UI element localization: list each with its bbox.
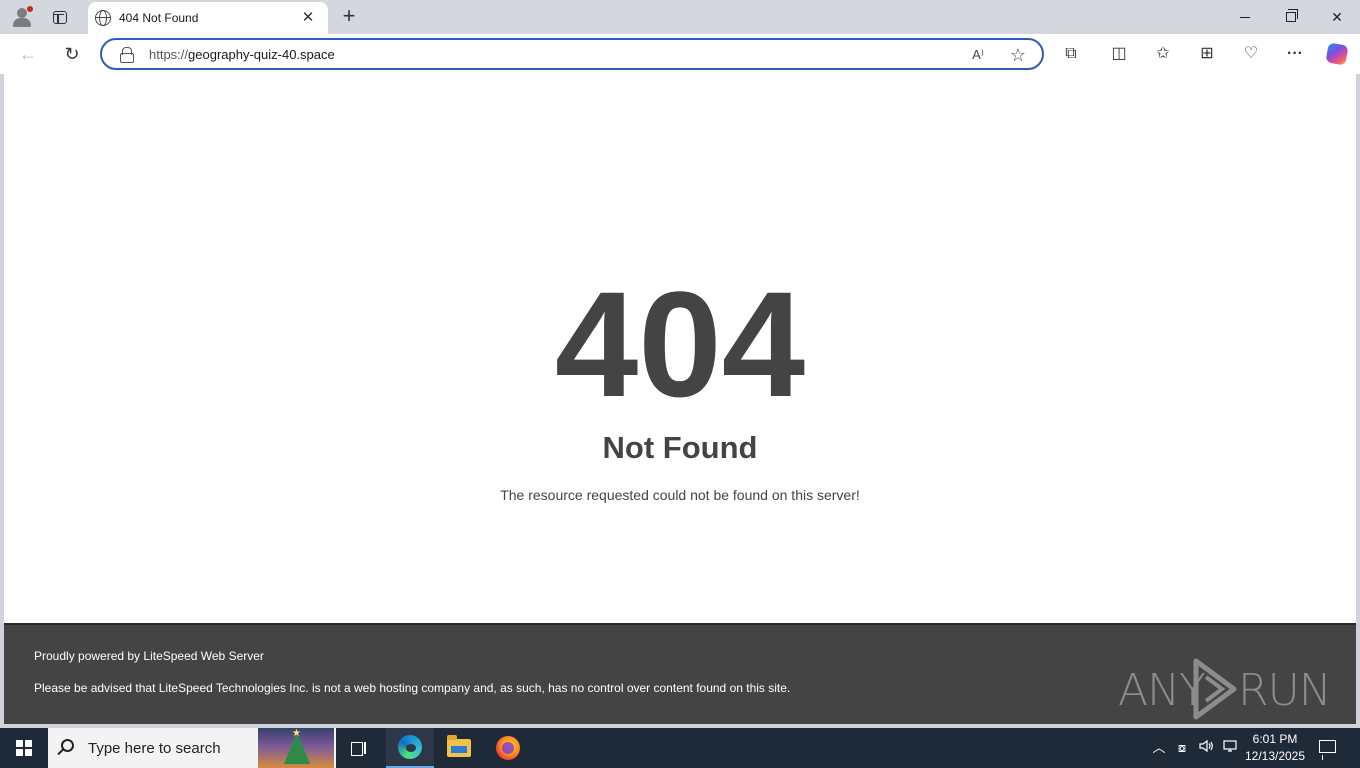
meet-now-icon[interactable]: ⧇ — [1172, 738, 1192, 758]
tab-strip: 404 Not Found ✕ + ✕ — [0, 0, 1360, 34]
tab-title: 404 Not Found — [119, 11, 199, 25]
taskbar-search[interactable]: Type here to search ★ — [48, 728, 336, 768]
search-icon — [61, 739, 74, 752]
tab-actions-icon[interactable] — [48, 5, 72, 29]
error-message: The resource requested could not be foun… — [500, 487, 860, 503]
network-icon[interactable] — [1220, 738, 1240, 758]
url-scheme: https:// — [149, 47, 189, 62]
search-highlight-image[interactable]: ★ — [258, 728, 334, 768]
error-title: Not Found — [602, 430, 758, 465]
read-aloud-icon[interactable]: A⁾ — [968, 45, 988, 65]
chevron-up-icon[interactable]: ︿ — [1149, 738, 1169, 758]
windows-icon — [16, 740, 32, 756]
restore-button[interactable] — [1268, 0, 1314, 34]
footer-powered-by: Proudly powered by LiteSpeed Web Server — [34, 649, 264, 663]
browser-tab[interactable]: 404 Not Found ✕ — [88, 2, 328, 34]
back-button[interactable]: ← — [14, 40, 42, 68]
watermark-right: RUN — [1238, 665, 1332, 716]
file-explorer-button[interactable] — [435, 728, 483, 768]
refresh-button[interactable]: ↻ — [58, 40, 86, 68]
footer-disclaimer: Please be advised that LiteSpeed Technol… — [34, 681, 791, 695]
window-close-button[interactable]: ✕ — [1314, 0, 1360, 34]
edge-taskbar-button[interactable] — [386, 728, 434, 768]
address-url[interactable]: https://geography-quiz-40.space — [149, 47, 335, 62]
lock-icon[interactable] — [120, 47, 134, 63]
ellipsis-icon[interactable]: ··· — [1283, 42, 1307, 66]
profile-icon[interactable] — [10, 5, 34, 29]
new-tab-button[interactable]: + — [337, 5, 361, 29]
play-icon — [1193, 658, 1237, 720]
clock-date: 12/13/2025 — [1244, 749, 1306, 763]
task-view-button[interactable] — [336, 728, 384, 768]
favorites-icon[interactable]: ✩ — [1151, 42, 1175, 66]
firefox-icon — [496, 736, 520, 760]
edge-icon — [398, 735, 422, 759]
taskbar: Type here to search ★ ︿ ⧇ 6:01 PM 12/13/… — [0, 728, 1360, 768]
minimize-button[interactable] — [1222, 0, 1268, 34]
taskbar-clock[interactable]: 6:01 PM 12/13/2025 — [1242, 731, 1308, 765]
error-code: 404 — [554, 260, 806, 428]
collections-icon[interactable]: ⊞ — [1195, 42, 1219, 66]
url-host: geography-quiz-40.space — [188, 47, 335, 62]
star-icon[interactable]: ☆ — [1008, 45, 1028, 65]
anyrun-watermark: ANY RUN — [1118, 657, 1332, 721]
clock-time: 6:01 PM — [1252, 732, 1298, 746]
globe-icon — [95, 10, 111, 26]
heartbeat-icon[interactable]: ♡ — [1239, 42, 1263, 66]
file-explorer-icon — [447, 735, 471, 757]
close-icon[interactable]: ✕ — [300, 10, 316, 26]
page-viewport: 404 Not Found The resource requested cou… — [4, 74, 1356, 724]
firefox-button[interactable] — [484, 728, 532, 768]
volume-icon[interactable] — [1196, 738, 1216, 758]
notification-icon[interactable] — [1316, 738, 1340, 758]
start-button[interactable] — [0, 728, 48, 768]
search-placeholder: Type here to search — [88, 740, 221, 757]
task-view-icon — [351, 741, 369, 756]
split-screen-icon[interactable]: ◫ — [1107, 42, 1131, 66]
page-footer: Proudly powered by LiteSpeed Web Server … — [4, 623, 1356, 724]
puzzle-icon[interactable]: ⧉ — [1059, 42, 1083, 66]
address-bar[interactable]: https://geography-quiz-40.space A⁾ ☆ — [100, 38, 1044, 70]
browser-toolbar: ← ↻ https://geography-quiz-40.space A⁾ ☆… — [0, 34, 1360, 74]
copilot-icon[interactable] — [1325, 42, 1349, 66]
